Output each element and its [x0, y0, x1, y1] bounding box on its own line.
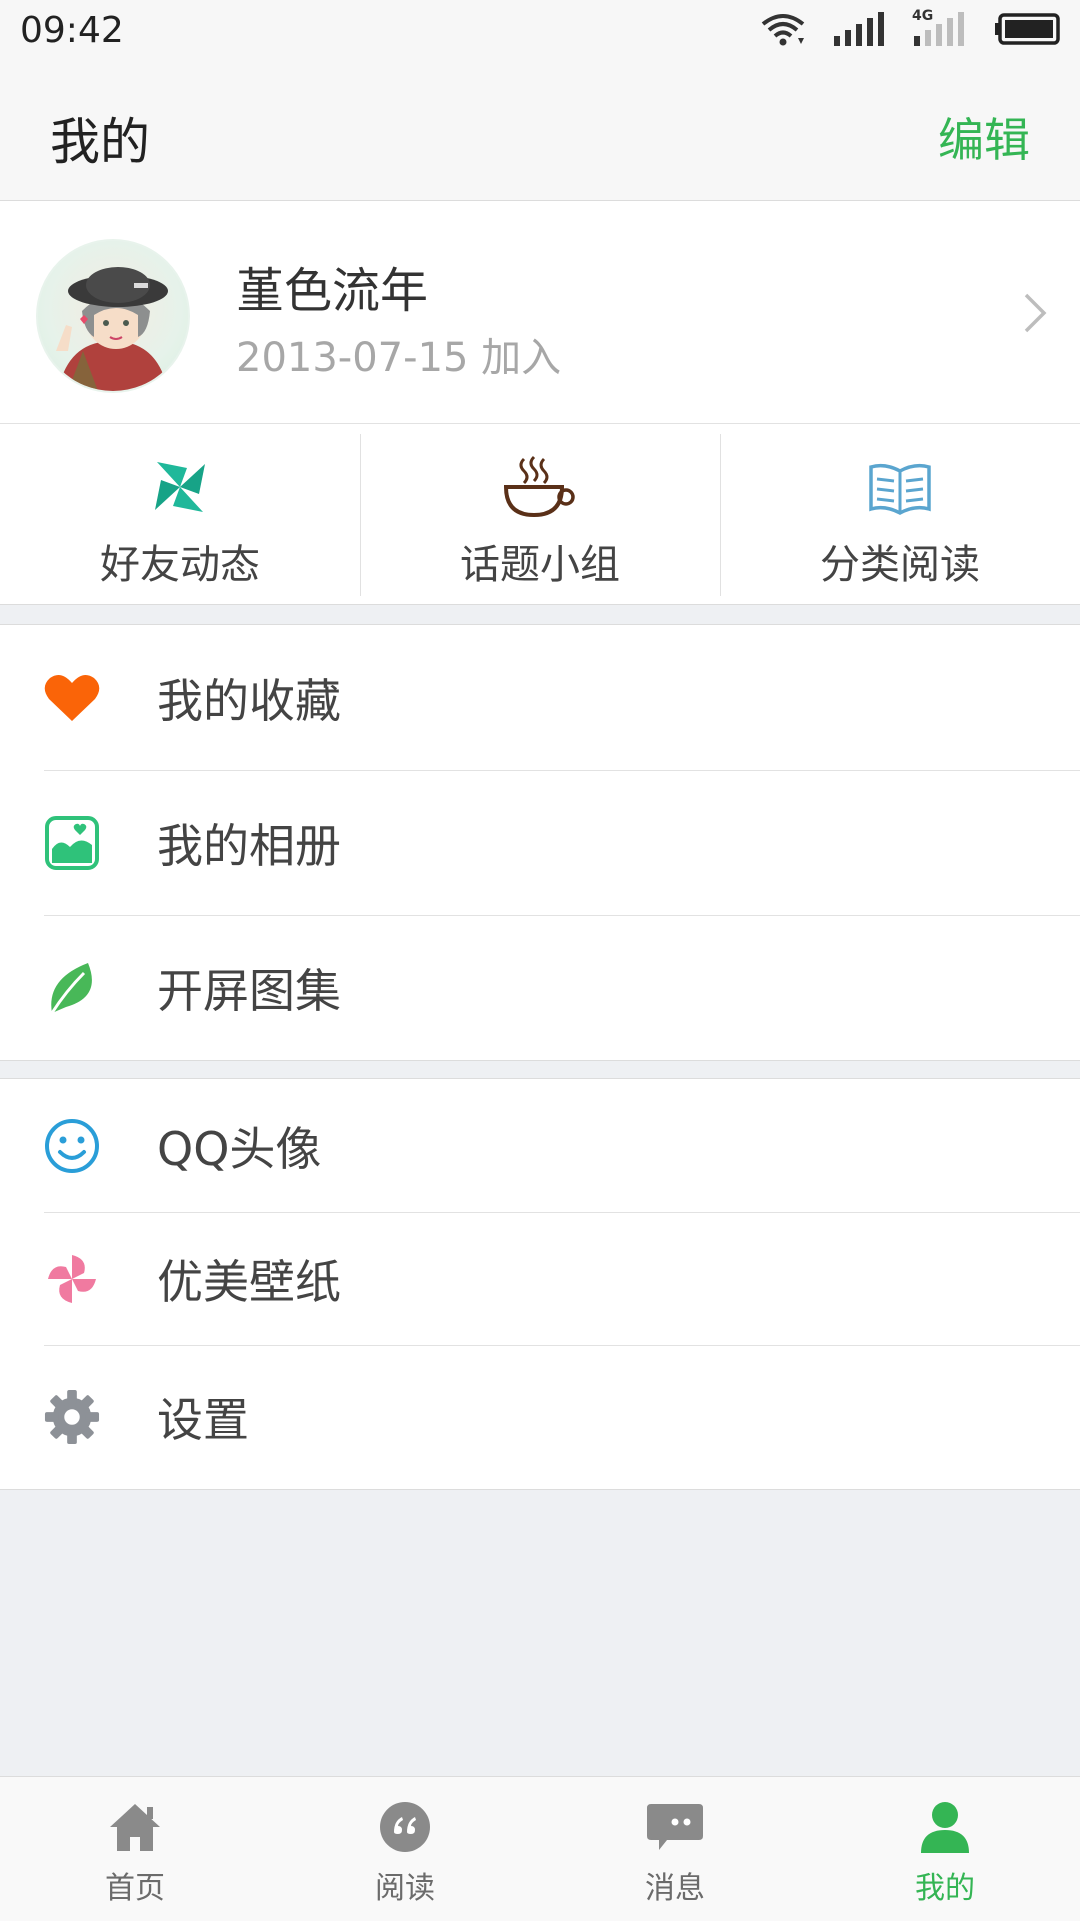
status-time: 09:42 [20, 10, 124, 51]
shortcut-topic-groups[interactable]: 话题小组 [360, 424, 720, 604]
menu-group-personal: 我的收藏 我的相册 开屏图集 [0, 624, 1080, 1061]
signal-icon [834, 12, 884, 46]
tab-label: 首页 [105, 1871, 165, 1906]
tab-reading[interactable]: 阅读 [270, 1777, 540, 1921]
profile-join-date: 2013-07-15 加入 [236, 335, 562, 381]
photo-album-icon [45, 815, 99, 870]
shortcut-bar: 好友动态 话题小组 分类阅读 [0, 424, 1080, 605]
page-title: 我的 [50, 113, 150, 171]
gear-icon [44, 1389, 100, 1445]
open-book-icon [869, 463, 931, 515]
menu-item-label: 优美壁纸 [157, 1254, 341, 1309]
smiley-icon [45, 1118, 99, 1173]
menu-item-label: 我的相册 [157, 818, 341, 873]
shortcut-label: 话题小组 [460, 542, 620, 588]
message-icon [647, 1804, 703, 1850]
tab-messages[interactable]: 消息 [540, 1777, 810, 1921]
menu-item-albums[interactable]: 我的相册 [0, 770, 1080, 915]
status-bar: 09:42 4G [0, 0, 1080, 66]
menu-item-label: 我的收藏 [157, 673, 341, 728]
pinwheel-icon [155, 462, 205, 512]
wifi-icon [761, 14, 805, 46]
tab-mine[interactable]: 我的 [810, 1777, 1080, 1921]
tab-label: 阅读 [375, 1871, 435, 1906]
profile-name: 堇色流年 [236, 263, 429, 319]
menu-item-favorites[interactable]: 我的收藏 [0, 625, 1080, 770]
shortcut-category-reading[interactable]: 分类阅读 [720, 424, 1080, 604]
menu-item-splash-gallery[interactable]: 开屏图集 [0, 915, 1080, 1060]
shortcut-friend-activity[interactable]: 好友动态 [0, 424, 360, 604]
chevron-right-icon [1024, 293, 1047, 333]
menu-item-qq-avatar[interactable]: QQ头像 [0, 1079, 1080, 1212]
status-icons: 4G [760, 8, 1062, 46]
page-header: 我的 编辑 [0, 66, 1080, 201]
avatar[interactable] [36, 239, 190, 393]
edit-button[interactable]: 编辑 [938, 104, 1030, 170]
person-icon [921, 1802, 969, 1853]
battery-icon [995, 13, 1060, 45]
pinwheel-icon [48, 1254, 96, 1303]
menu-item-label: 开屏图集 [157, 963, 341, 1018]
tab-home[interactable]: 首页 [0, 1777, 270, 1921]
quote-icon [380, 1802, 430, 1852]
home-icon [110, 1804, 160, 1851]
leaf-icon [50, 962, 92, 1014]
menu-item-label: QQ头像 [157, 1121, 322, 1176]
menu-item-wallpapers[interactable]: 优美壁纸 [0, 1212, 1080, 1345]
signal-4g-icon: 4G [912, 8, 968, 46]
shortcut-label: 好友动态 [100, 542, 260, 588]
tab-label: 我的 [915, 1871, 975, 1906]
tab-label: 消息 [645, 1871, 705, 1906]
bottom-tab-bar: 首页 阅读 消息 我的 [0, 1776, 1080, 1921]
coffee-cup-icon [503, 455, 575, 518]
shortcut-label: 分类阅读 [820, 542, 980, 588]
profile-card[interactable]: 堇色流年 2013-07-15 加入 [0, 201, 1080, 424]
menu-group-extras: QQ头像 优美壁纸 设置 [0, 1078, 1080, 1490]
menu-item-settings[interactable]: 设置 [0, 1345, 1080, 1489]
heart-icon [44, 674, 100, 721]
menu-item-label: 设置 [157, 1393, 249, 1447]
